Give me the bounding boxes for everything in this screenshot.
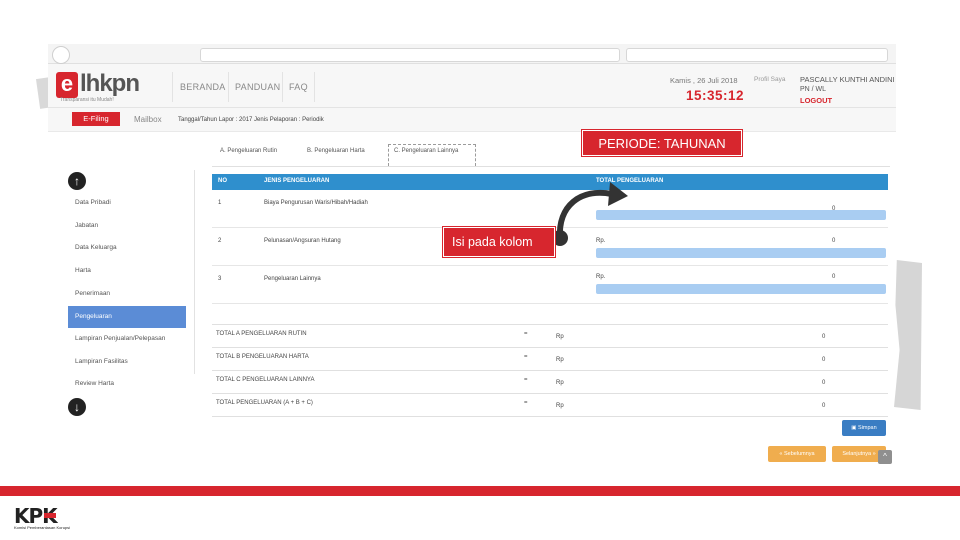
app-header: e lhkpn Transparansi itu Mudah! BERANDA … [48, 64, 896, 108]
sidebar-item-penerimaan[interactable]: Penerimaan [68, 283, 186, 305]
total-currency: Rp [556, 334, 564, 340]
footer-bar [0, 486, 960, 496]
sidebar: ↑ Data Pribadi Jabatan Data Keluarga Har… [68, 168, 194, 422]
row-expense-name: Pelunasan/Angsuran Hutang [264, 238, 341, 244]
current-date: Kamis , 26 Juli 2018 [670, 76, 738, 85]
nav-divider [314, 72, 315, 102]
total-equals: = [524, 400, 528, 406]
sidebar-divider [194, 170, 195, 374]
user-name: PASCALLY KUNTHI ANDINI [800, 75, 895, 84]
tabs-underline [212, 166, 890, 167]
row-currency: Rp. [596, 274, 606, 280]
total-equals: = [524, 331, 528, 337]
logo-text: lhkpn [80, 70, 140, 97]
sidebar-item-pengeluaran[interactable]: Pengeluaran [68, 306, 186, 328]
kpk-logo-dash [44, 513, 56, 518]
total-row: TOTAL PENGELUARAN (A + B + C) = Rp 0 [212, 394, 888, 417]
sidebar-item-harta[interactable]: Harta [68, 260, 186, 282]
tab-pengeluaran-harta[interactable]: B. Pengeluaran Harta [307, 148, 365, 154]
arrow-down-icon[interactable]: ↓ [68, 398, 86, 416]
total-currency: Rp [556, 403, 564, 409]
kpk-logo: KPK Komisi Pemberantasan Korupsi [14, 504, 104, 534]
torn-edge-right [894, 260, 922, 410]
menu-bar: E-Filing Mailbox Tanggal/Tahun Lapor : 2… [48, 108, 896, 132]
user-role: PN / WL [800, 86, 827, 93]
double-right-icon: » [871, 451, 876, 457]
row-number: 1 [218, 200, 222, 206]
total-value: 0 [822, 334, 826, 340]
simpan-label: Simpan [858, 425, 877, 431]
address-bar[interactable] [200, 48, 620, 62]
total-currency: Rp [556, 357, 564, 363]
row-number: 3 [218, 276, 222, 282]
clock: 15:35:12 [686, 88, 745, 103]
sidebar-item-lampiran-fasilitas[interactable]: Lampiran Fasilitas [68, 351, 186, 373]
nav-panduan[interactable]: PANDUAN [235, 82, 280, 92]
amount-input[interactable] [596, 284, 886, 294]
total-label: TOTAL A PENGELUARAN RUTIN [216, 331, 307, 337]
total-row: TOTAL C PENGELUARAN LAINNYA = Rp 0 [212, 371, 888, 394]
report-info: Tanggal/Tahun Lapor : 2017 Jenis Pelapor… [178, 117, 324, 123]
selanjutnya-label: Selanjutnya [842, 451, 872, 457]
total-row: TOTAL A PENGELUARAN RUTIN = Rp 0 [212, 325, 888, 348]
row-expense-name: Pengeluaran Lainnya [264, 276, 321, 282]
total-label: TOTAL C PENGELUARAN LAINNYA [216, 377, 315, 383]
logo-tagline: Transparansi itu Mudah! [60, 97, 114, 103]
row-value: 0 [832, 274, 836, 280]
simpan-button[interactable]: ▣ Simpan [842, 420, 886, 436]
total-currency: Rp [556, 380, 564, 386]
efiling-button[interactable]: E-Filing [72, 112, 120, 126]
tab-pengeluaran-lainnya[interactable]: C. Pengeluaran Lainnya [394, 148, 458, 154]
row-number: 2 [218, 238, 222, 244]
browser-toolbar [48, 44, 896, 64]
scroll-top-button[interactable]: ^ [878, 450, 892, 464]
sidebar-item-data-keluarga[interactable]: Data Keluarga [68, 237, 186, 259]
total-value: 0 [822, 380, 826, 386]
nav-beranda[interactable]: BERANDA [180, 82, 226, 92]
sidebar-item-lampiran-penjualan[interactable]: Lampiran Penjualan/Pelepasan [68, 328, 186, 350]
browser-back-icon[interactable] [52, 46, 70, 64]
total-value: 0 [822, 357, 826, 363]
logo-mark: e [56, 72, 78, 98]
callout-label: Isi pada kolom [443, 227, 555, 257]
row-expense-name: Biaya Pengurusan Waris/Hibah/Hadiah [264, 200, 368, 206]
nav-divider [172, 72, 173, 102]
search-bar[interactable] [626, 48, 888, 62]
tab-pengeluaran-rutin[interactable]: A. Pengeluaran Rutin [220, 148, 277, 154]
sidebar-item-data-pribadi[interactable]: Data Pribadi [68, 192, 186, 214]
slide: e lhkpn Transparansi itu Mudah! BERANDA … [0, 0, 960, 540]
sidebar-item-jabatan[interactable]: Jabatan [68, 215, 186, 237]
row-value: 0 [832, 238, 836, 244]
elhkpn-logo[interactable]: e lhkpn Transparansi itu Mudah! [56, 70, 166, 104]
profile-link[interactable]: Profil Saya [754, 76, 785, 83]
column-header-no: NO [218, 178, 227, 184]
mailbox-link[interactable]: Mailbox [134, 115, 162, 124]
total-row: TOTAL B PENGELUARAN HARTA = Rp 0 [212, 348, 888, 371]
sidebar-item-review-harta[interactable]: Review Harta [68, 373, 186, 395]
kpk-subtitle: Komisi Pemberantasan Korupsi [14, 525, 71, 530]
logout-link[interactable]: LOGOUT [800, 96, 832, 105]
total-value: 0 [822, 403, 826, 409]
total-label: TOTAL B PENGELUARAN HARTA [216, 354, 309, 360]
sebelumnya-button[interactable]: « Sebelumnya [768, 446, 826, 462]
sebelumnya-label: Sebelumnya [784, 451, 815, 457]
arrow-up-icon[interactable]: ↑ [68, 172, 86, 190]
nav-divider [282, 72, 283, 102]
table-row: 3 Pengeluaran Lainnya Rp. 0 [212, 266, 888, 304]
amount-input[interactable] [596, 248, 886, 258]
total-label: TOTAL PENGELUARAN (A + B + C) [216, 400, 313, 406]
total-equals: = [524, 377, 528, 383]
periode-banner: PERIODE: TAHUNAN [582, 130, 742, 156]
nav-divider [228, 72, 229, 102]
amount-input[interactable] [596, 210, 886, 220]
total-equals: = [524, 354, 528, 360]
column-header-jenis: JENIS PENGELUARAN [264, 178, 330, 184]
nav-faq[interactable]: FAQ [289, 82, 308, 92]
